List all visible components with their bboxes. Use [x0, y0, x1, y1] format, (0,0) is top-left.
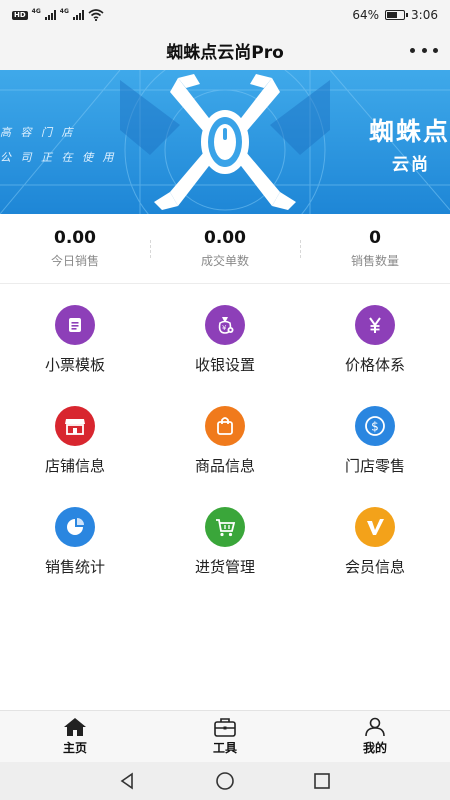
menu-label: 价格体系: [344, 356, 405, 374]
stat-value: 0: [369, 228, 381, 248]
banner: 高 容 门 店 公 司 正 在 使 用 蜘蛛点 云尚: [0, 70, 450, 214]
menu-cashier-settings[interactable]: ¥ 收银设置: [150, 297, 300, 398]
banner-slogan: 高 容 门 店 公 司 正 在 使 用: [0, 120, 116, 170]
status-bar: HD 4G 4G 64% 3:06: [0, 0, 450, 30]
stat-label: 成交单数: [200, 254, 249, 268]
tab-label: 主页: [62, 741, 87, 755]
hd-badge: HD: [12, 10, 28, 20]
svg-text:¥: ¥: [222, 324, 227, 332]
menu-sales-statistics[interactable]: 销售统计: [0, 499, 150, 600]
stats-row: 0.00 今日销售 0.00 成交单数 0 销售数量: [0, 214, 450, 284]
cart-icon: [205, 507, 245, 547]
back-icon[interactable]: [116, 769, 140, 793]
banner-slogan-line: 高 容 门 店: [0, 126, 76, 139]
page-title: 蜘蛛点云尚Pro: [166, 42, 284, 63]
clock: 3:06: [411, 8, 438, 22]
recents-icon[interactable]: [310, 769, 334, 793]
pie-chart-icon: [55, 507, 95, 547]
dollar-icon: $: [355, 406, 395, 446]
menu-label: 门店零售: [344, 457, 405, 475]
tab-tools[interactable]: 工具: [150, 711, 300, 762]
menu-label: 小票模板: [44, 356, 105, 374]
menu-label: 收银设置: [194, 356, 255, 374]
signal-icon: [72, 10, 84, 20]
tab-me[interactable]: 我的: [300, 711, 450, 762]
menu-label: 商品信息: [194, 457, 255, 475]
user-icon: [365, 717, 385, 737]
stat-sales-quantity: 0 销售数量: [300, 214, 450, 283]
network-type-1: 4G: [31, 7, 41, 15]
network-type-2: 4G: [59, 7, 69, 15]
menu-label: 进货管理: [194, 558, 255, 576]
stat-label: 销售数量: [350, 254, 399, 268]
wifi-icon: [88, 9, 104, 21]
tool-grid: 小票模板 ¥ 收银设置 价格体系 店铺信息 商品信息 $ 门店零售 销售统计 进…: [0, 297, 450, 600]
banner-slogan-line: 公 司 正 在 使 用: [0, 151, 117, 164]
system-navigation-bar: [0, 762, 450, 800]
menu-receipt-template[interactable]: 小票模板: [0, 297, 150, 398]
menu-member-info[interactable]: 会员信息: [300, 499, 450, 600]
banner-brand: 蜘蛛点: [368, 117, 450, 146]
menu-price-system[interactable]: 价格体系: [300, 297, 450, 398]
menu-label: 销售统计: [44, 558, 105, 576]
spider-logo: [154, 74, 296, 210]
battery-icon: [385, 10, 409, 20]
banner-subtitle: 云尚: [392, 155, 430, 175]
more-dots-icon[interactable]: [410, 42, 438, 58]
vip-icon: [355, 507, 395, 547]
home-icon: [64, 718, 86, 736]
menu-product-info[interactable]: 商品信息: [150, 398, 300, 499]
battery-percent: 64%: [352, 8, 380, 22]
store-icon: [55, 406, 95, 446]
svg-text:$: $: [371, 420, 379, 434]
stat-today-sales: 0.00 今日销售: [0, 214, 150, 283]
stat-label: 今日销售: [50, 254, 99, 268]
bottom-tab-bar: 主页 工具 我的: [0, 710, 450, 762]
menu-label: 店铺信息: [44, 457, 105, 475]
signal-icon: [44, 10, 56, 20]
yen-icon: [355, 305, 395, 345]
title-bar: 蜘蛛点云尚Pro: [0, 30, 450, 70]
network-indicators: HD 4G 4G: [12, 7, 104, 21]
toolbox-icon: [214, 718, 236, 737]
stat-value: 0.00: [54, 228, 96, 248]
menu-store-retail[interactable]: $ 门店零售: [300, 398, 450, 499]
tab-label: 工具: [212, 741, 237, 755]
shopping-bag-icon: [205, 406, 245, 446]
money-bag-icon: ¥: [205, 305, 245, 345]
menu-label: 会员信息: [344, 558, 405, 576]
menu-store-info[interactable]: 店铺信息: [0, 398, 150, 499]
receipt-icon: [55, 305, 95, 345]
menu-purchase-management[interactable]: 进货管理: [150, 499, 300, 600]
home-circle-icon[interactable]: [213, 769, 237, 793]
tab-home[interactable]: 主页: [0, 711, 150, 762]
tab-label: 我的: [362, 741, 387, 755]
stat-order-count: 0.00 成交单数: [150, 214, 300, 283]
stat-value: 0.00: [204, 228, 246, 248]
battery-level: [387, 12, 397, 18]
